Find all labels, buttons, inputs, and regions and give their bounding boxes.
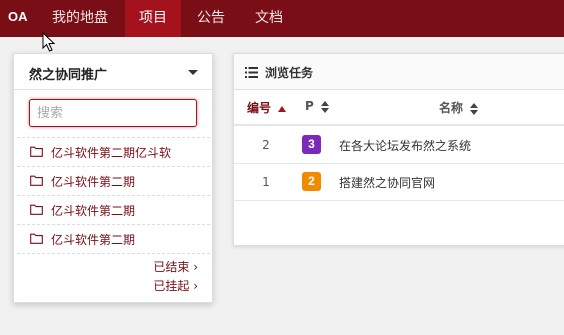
- nav-projects[interactable]: 项目: [125, 0, 181, 37]
- sort-asc-icon: [278, 105, 287, 112]
- project-selector-title: 然之协同推广: [29, 68, 108, 83]
- nav-announcements[interactable]: 公告: [183, 0, 239, 37]
- column-header-id-label: 编号: [247, 101, 272, 115]
- project-dropdown-panel: 然之协同推广 亿斗软件第二期亿斗软 亿斗软件第二期 亿斗软件第二期 亿斗软件第二…: [13, 53, 213, 303]
- folder-icon: [30, 233, 43, 244]
- task-id: 2: [262, 138, 270, 152]
- column-header-id[interactable]: 编号: [247, 99, 287, 116]
- priority-badge: 3: [302, 135, 321, 154]
- project-selector[interactable]: 然之协同推广: [14, 54, 212, 90]
- nav-documents[interactable]: 文档: [241, 0, 297, 37]
- nav-documents-label: 文档: [255, 10, 283, 26]
- column-header-priority[interactable]: P: [305, 99, 329, 113]
- project-list-item[interactable]: 亿斗软件第二期: [17, 224, 210, 253]
- project-list-item-label: 亿斗软件第二期亿斗软: [51, 146, 172, 160]
- top-navbar: OA 我的地盘 项目 公告 文档: [0, 0, 564, 37]
- folder-icon: [30, 204, 43, 215]
- column-header-priority-label: P: [305, 99, 314, 113]
- project-list-item-label: 亿斗软件第二期: [51, 233, 136, 247]
- sort-icon: [470, 102, 479, 115]
- task-browse-panel: 浏览任务 编号 P 名称 2 3 在各大论坛发布然之系统 1 2 搭建然之协同官…: [233, 53, 564, 246]
- nav-my-space-label: 我的地盘: [52, 10, 108, 26]
- project-status-links: 已结束 › 已挂起 ›: [17, 253, 210, 293]
- task-row[interactable]: 2 3 在各大论坛发布然之系统: [234, 127, 564, 164]
- project-list-item-label: 亿斗软件第二期: [51, 175, 136, 189]
- suspended-projects-link[interactable]: 已挂起 ›: [153, 277, 198, 294]
- list-icon: [245, 67, 258, 78]
- sort-icon: [320, 100, 329, 113]
- task-panel-header: 浏览任务: [234, 54, 564, 90]
- project-search-input[interactable]: [29, 99, 197, 127]
- folder-icon: [30, 146, 43, 157]
- project-list-item-label: 亿斗软件第二期: [51, 204, 136, 218]
- task-name-link[interactable]: 在各大论坛发布然之系统: [339, 137, 471, 154]
- brand-logo[interactable]: OA: [8, 9, 28, 24]
- project-list-item[interactable]: 亿斗软件第二期亿斗软: [17, 137, 210, 166]
- task-id: 1: [262, 175, 270, 189]
- finished-projects-link[interactable]: 已结束 ›: [153, 258, 198, 275]
- task-name-link[interactable]: 搭建然之协同官网: [339, 174, 435, 191]
- mouse-cursor-icon: [42, 32, 56, 52]
- column-header-name[interactable]: 名称: [439, 99, 479, 116]
- project-list-item[interactable]: 亿斗软件第二期: [17, 166, 210, 195]
- column-header-name-label: 名称: [439, 101, 464, 115]
- task-row[interactable]: 1 2 搭建然之协同官网: [234, 164, 564, 201]
- priority-badge: 2: [302, 172, 321, 191]
- project-list-item[interactable]: 亿斗软件第二期: [17, 195, 210, 224]
- nav-announcements-label: 公告: [197, 10, 225, 26]
- folder-icon: [30, 175, 43, 186]
- nav-projects-label: 项目: [139, 10, 167, 26]
- caret-down-icon: [188, 70, 198, 75]
- task-panel-title: 浏览任务: [265, 66, 314, 80]
